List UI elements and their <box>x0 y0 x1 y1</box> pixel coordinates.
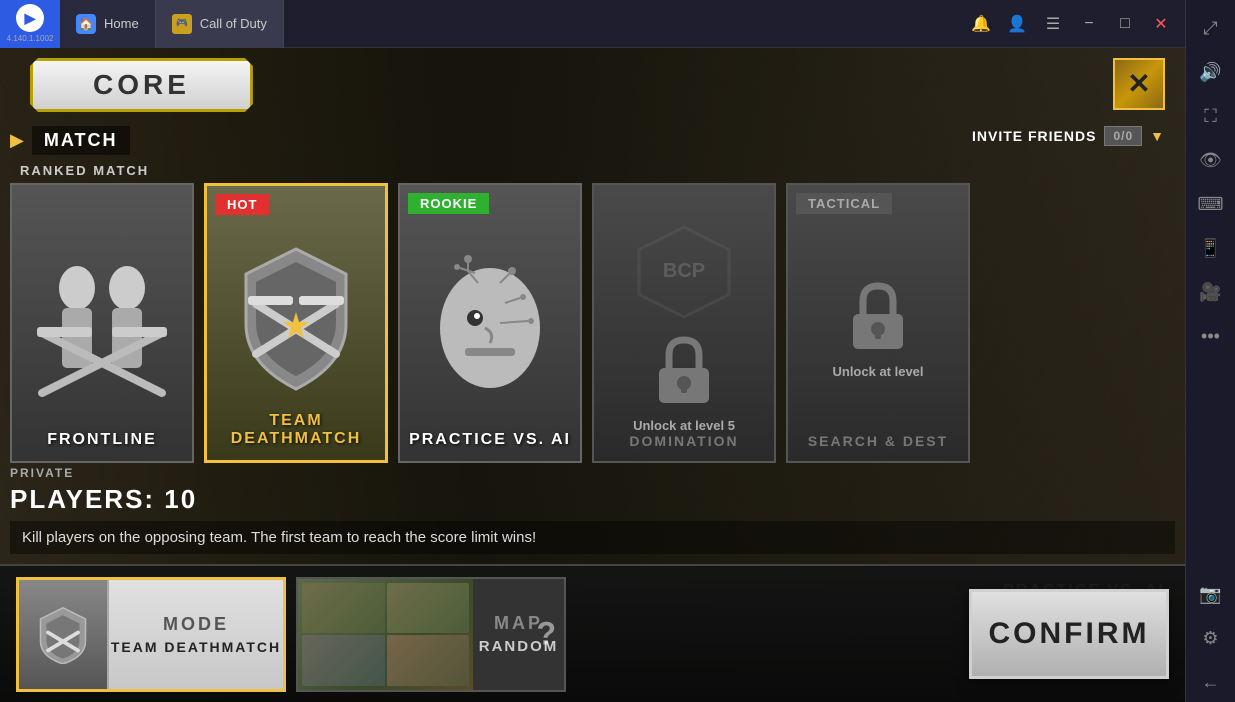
pvai-image <box>415 243 565 423</box>
pvai-icon <box>420 253 560 413</box>
titlebar: ▶ 4.140.1.1002 🏠 Home 🎮 Call of Duty 🔔 👤… <box>0 0 1185 48</box>
window-controls: 🔔 👤 ☰ − □ ✕ <box>965 8 1185 40</box>
menu-btn[interactable]: ☰ <box>1037 8 1069 40</box>
settings-icon[interactable]: ⚙ <box>1193 620 1229 656</box>
notification-btn[interactable]: 🔔 <box>965 8 997 40</box>
confirm-button[interactable]: CONFIRM <box>969 589 1169 679</box>
lock-icon <box>644 330 724 410</box>
invite-arrow-icon: ▼ <box>1150 128 1165 144</box>
mode-cards-container: FRONTLINE HOT <box>10 183 970 463</box>
camera-icon[interactable]: 🎥 <box>1193 274 1229 310</box>
tdm-icon <box>226 234 366 394</box>
tdm-image <box>221 224 371 404</box>
domination-image: BCP Unlock at level 5 <box>609 245 759 425</box>
mode-label: MODE <box>163 614 229 635</box>
keyboard-icon[interactable]: ⌨ <box>1193 186 1229 222</box>
search-destroy-image: Unlock at level <box>803 245 953 425</box>
map-thumb-2 <box>387 583 470 634</box>
bs-logo-icon: ▶ <box>16 4 44 32</box>
map-thumb-4 <box>387 635 470 686</box>
fullscreen-icon[interactable]: ⛶ <box>1193 98 1229 134</box>
home-tab-icon: 🏠 <box>76 14 96 34</box>
game-area: CORE ✕ ▶ MATCH INVITE FRIENDS 0/0 ▼ RANK… <box>0 48 1185 702</box>
tactical-badge: TACTICAL <box>796 193 892 214</box>
close-btn[interactable]: ✕ <box>1145 8 1177 40</box>
game-tab[interactable]: 🎮 Call of Duty <box>156 0 284 48</box>
bluestacks-logo: ▶ 4.140.1.1002 <box>0 0 60 48</box>
map-thumb-1 <box>302 583 385 634</box>
rookie-badge: ROOKIE <box>408 193 489 214</box>
match-header: ▶ MATCH <box>10 126 130 155</box>
eye-icon[interactable]: 👁 <box>1193 142 1229 178</box>
frontline-icon <box>32 253 172 413</box>
search-lock-icon <box>838 276 918 356</box>
game-tab-icon: 🎮 <box>172 14 192 34</box>
frontline-image <box>27 243 177 423</box>
home-tab[interactable]: 🏠 Home <box>60 0 156 48</box>
match-label: MATCH <box>32 126 130 155</box>
home-tab-label: Home <box>104 16 139 31</box>
mode-selector[interactable]: MODE TEAM DEATHMATCH <box>16 577 286 692</box>
domination-card[interactable]: BCP Unlock at level 5 DOMINATION <box>592 183 776 463</box>
team-deathmatch-card[interactable]: HOT <box>204 183 388 463</box>
frontline-name: FRONTLINE <box>47 431 157 449</box>
private-label: PRIVATE <box>10 466 1175 480</box>
ranked-match-label: RANKED MATCH <box>20 163 149 178</box>
invite-badge: 0/0 <box>1104 126 1142 146</box>
search-destroy-name: SEARCH & DEST <box>808 433 948 449</box>
practice-vs-ai-card[interactable]: ROOKIE <box>398 183 582 463</box>
bottom-bar: MODE TEAM DEATHMATCH ? MAP RANDOM CONFIR… <box>0 564 1185 702</box>
minimize-btn[interactable]: − <box>1073 8 1105 40</box>
hot-badge: HOT <box>215 194 269 215</box>
game-tab-label: Call of Duty <box>200 16 267 31</box>
invite-friends-label: INVITE FRIENDS <box>972 128 1096 144</box>
close-dialog-button[interactable]: ✕ <box>1113 58 1165 110</box>
domination-bg-icon: BCP <box>624 222 744 322</box>
bs-version: 4.140.1.1002 <box>7 34 54 43</box>
pvai-name: PRACTICE VS. AI <box>409 431 571 449</box>
confirm-label: CONFIRM <box>989 617 1150 651</box>
match-arrow-icon: ▶ <box>10 130 24 151</box>
mode-selector-text: MODE TEAM DEATHMATCH <box>109 614 283 655</box>
arrow-back-icon[interactable]: ← <box>1193 664 1229 700</box>
volume-icon[interactable]: 🔊 <box>1193 54 1229 90</box>
mode-description: Kill players on the opposing team. The f… <box>10 521 1175 554</box>
close-x-icon: ✕ <box>1127 70 1150 98</box>
maximize-btn[interactable]: □ <box>1109 8 1141 40</box>
screenshot-icon[interactable]: 📷 <box>1193 576 1229 612</box>
account-btn[interactable]: 👤 <box>1001 8 1033 40</box>
tdm-small-icon <box>33 604 93 664</box>
mode-selector-icon <box>19 580 109 689</box>
right-sidebar: ⤢ 🔊 ⛶ 👁 ⌨ 📱 🎥 ••• 📷 ⚙ ← <box>1185 0 1235 702</box>
map-selector[interactable]: ? MAP RANDOM <box>296 577 566 692</box>
frontline-card[interactable]: FRONTLINE <box>10 183 194 463</box>
search-destroy-card[interactable]: TACTICAL Unlock at level SEARCH & DEST <box>786 183 970 463</box>
bottom-info: PRIVATE PLAYERS: 10 Kill players on the … <box>10 466 1175 554</box>
mode-value: TEAM DEATHMATCH <box>111 639 281 655</box>
domination-name: DOMINATION <box>629 433 738 449</box>
players-count: PLAYERS: 10 <box>10 484 1175 515</box>
svg-text:BCP: BCP <box>663 260 705 282</box>
tdm-name: TEAM DEATHMATCH <box>207 412 385 448</box>
domination-unlock-text: Unlock at level 5 <box>633 418 735 433</box>
more-icon[interactable]: ••• <box>1193 318 1229 354</box>
phone-icon[interactable]: 📱 <box>1193 230 1229 266</box>
map-thumb-3 <box>302 635 385 686</box>
core-button[interactable]: CORE <box>30 58 253 112</box>
map-question-mark: ? <box>536 616 556 653</box>
search-unlock-text: Unlock at level <box>832 364 923 379</box>
invite-friends[interactable]: INVITE FRIENDS 0/0 ▼ <box>972 126 1165 146</box>
expand-icon[interactable]: ⤢ <box>1193 10 1229 46</box>
map-preview: ? <box>298 579 473 690</box>
